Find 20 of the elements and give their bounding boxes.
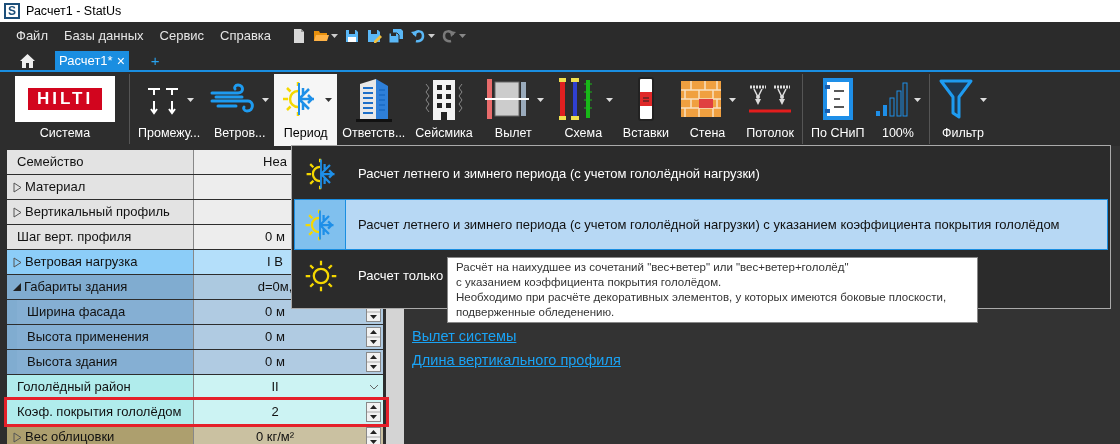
logo: HILTI	[15, 76, 115, 123]
property-name: Ветровая нагрузка	[25, 253, 138, 272]
property-name: Коэф. покрытия гололёдом	[17, 403, 182, 422]
property-name: Ширина фасада	[27, 303, 126, 322]
property-name: Вес облицовки	[25, 428, 115, 444]
app-logo: S	[4, 3, 20, 19]
window-title: Расчет1 - StatUs	[26, 2, 122, 20]
property-value: II	[194, 375, 364, 399]
property-value: 0 м	[194, 325, 364, 349]
property-name: Габариты здания	[24, 278, 128, 297]
property-name: Шаг верт. профиля	[17, 228, 132, 247]
property-name: Высота применения	[27, 328, 149, 347]
property-name: Семейство	[17, 153, 84, 172]
property-name: Высота здания	[27, 353, 118, 372]
property-name: Гололёдный район	[17, 378, 131, 397]
property-value: 2	[194, 400, 364, 424]
property-name: Материал	[25, 178, 86, 197]
property-value: 0 м	[194, 350, 364, 374]
property-name: Вертикальный профиль	[25, 203, 170, 222]
tooltip: Расчёт на наихудшее из сочетаний "вес+ветер" или "вес+ветер+гололёд" с указанием коэффициента покрытия гололёдом. Необходимо при расчёте декоративных элементов, у которых имеются боковые плоскости, подверженные обледенению.	[447, 257, 978, 323]
